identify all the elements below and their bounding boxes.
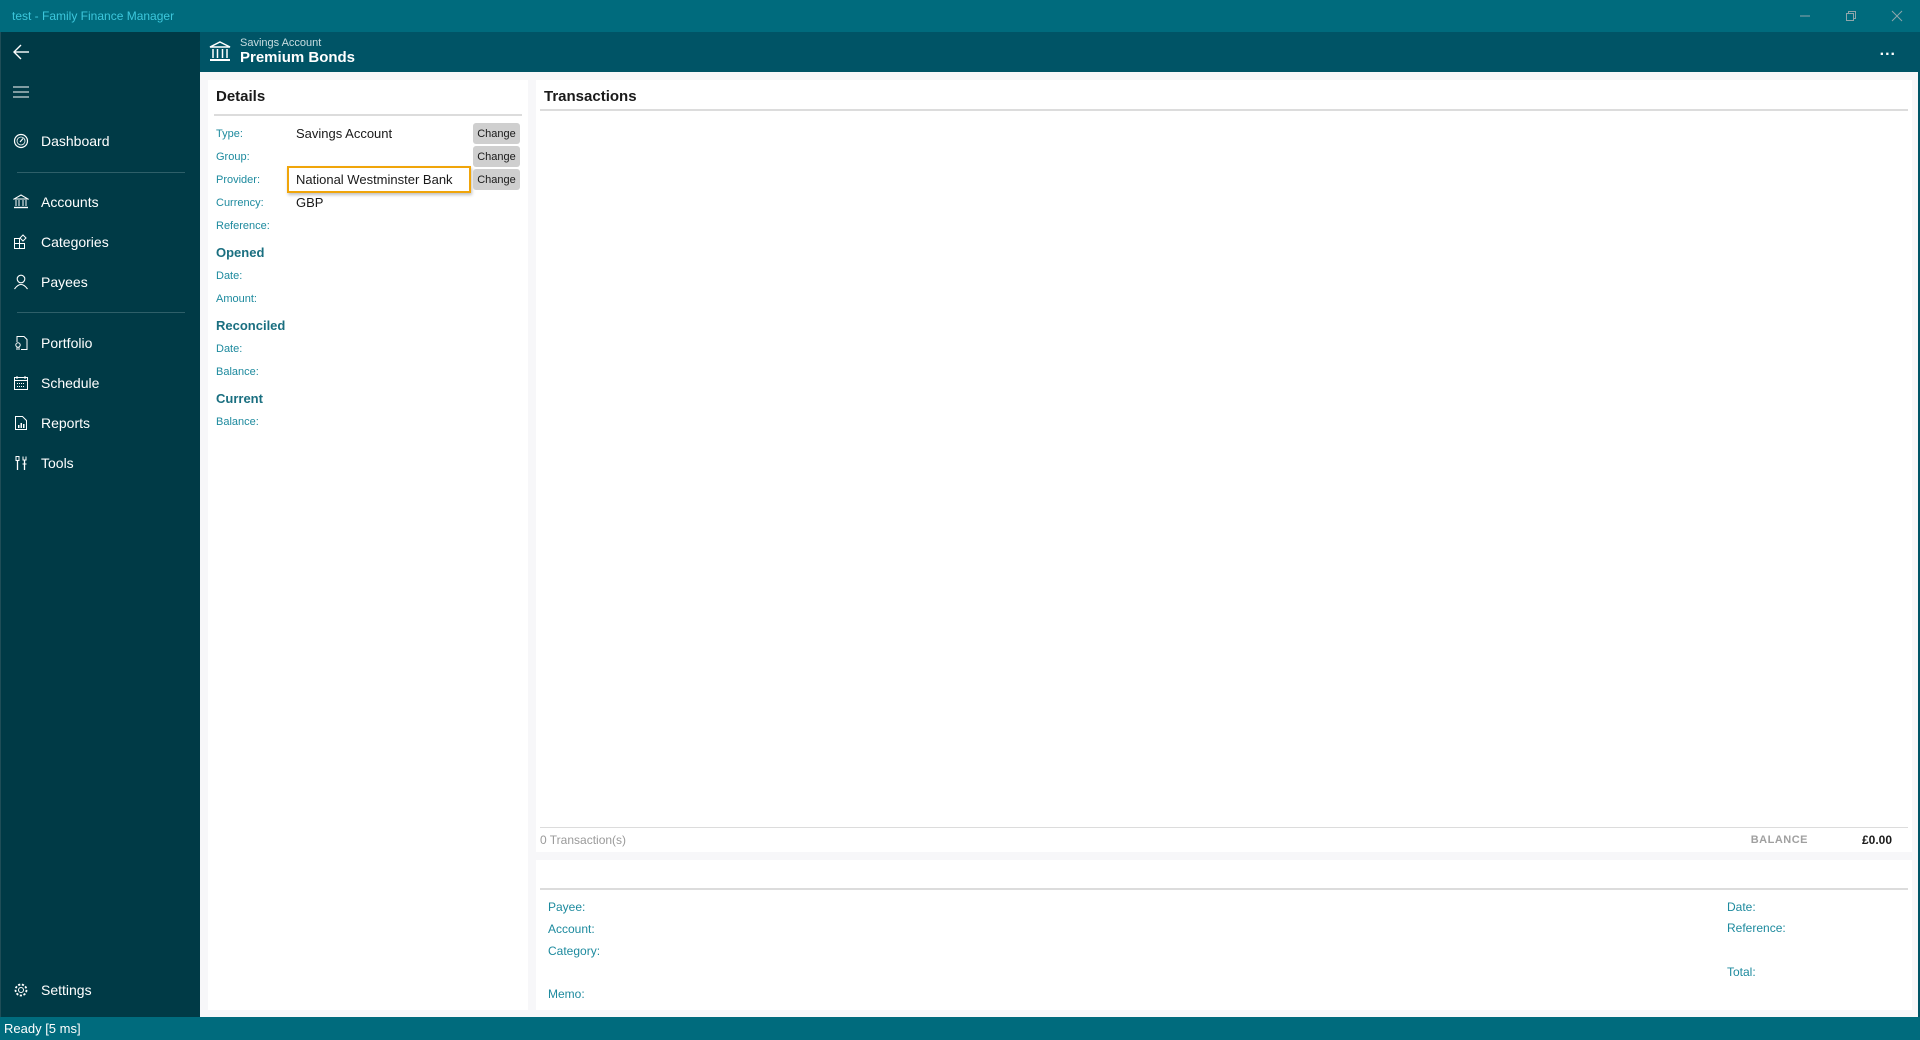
sidebar-item-accounts[interactable]: Accounts [1,184,201,220]
status-text: Ready [5 ms] [4,1021,81,1036]
sidebar-item-reports[interactable]: Reports [1,405,201,441]
person-icon [1,274,41,290]
menu-button[interactable] [9,80,33,104]
balance-value: £0.00 [1861,833,1892,847]
back-button[interactable] [9,40,33,64]
sidebar-item-label: Portfolio [41,335,93,351]
type-value: Savings Account [296,126,393,141]
change-type-button[interactable]: Change [473,123,520,144]
details-title: Details [216,88,266,105]
currency-value: GBP [296,195,324,210]
group-label: Group: [216,151,250,163]
opened-amount-label: Amount: [216,293,257,305]
close-button[interactable] [1874,0,1920,32]
sidebar-item-label: Payees [41,274,88,290]
sidebar-item-schedule[interactable]: Schedule [1,365,201,401]
sidebar-item-payees[interactable]: Payees [1,264,201,300]
restore-icon [1846,11,1856,21]
details-divider [214,114,522,116]
current-heading: Current [216,391,263,406]
sidebar-item-label: Settings [41,982,92,998]
calendar-icon [1,375,41,391]
reference-label: Reference: [216,220,270,232]
change-group-button[interactable]: Change [473,146,520,167]
transactions-panel: Transactions 0 Transaction(s) BALANCE £0… [536,80,1912,852]
sidebar-item-portfolio[interactable]: Portfolio [1,325,201,361]
change-provider-button[interactable]: Change [473,169,520,190]
provider-value[interactable]: National Westminster Bank [296,172,453,187]
arrow-left-icon [13,44,29,60]
provider-label: Provider: [216,174,261,186]
transaction-count: 0 Transaction(s) [540,833,627,847]
status-bar: Ready [5 ms] [0,1017,1920,1040]
opened-heading: Opened [216,245,265,260]
transactions-footer-divider [540,827,1908,828]
category-label: Category: [548,944,601,958]
gear-icon [1,982,41,998]
minimize-icon [1800,15,1810,17]
page-title: Premium Bonds [240,49,356,66]
reconciled-date-label: Date: [216,343,243,355]
sidebar-item-label: Schedule [41,375,100,391]
transactions-divider [540,109,1908,111]
nav-divider [17,172,185,173]
transaction-detail-divider [540,888,1908,890]
sidebar-item-categories[interactable]: Categories [1,224,201,260]
sidebar-item-settings[interactable]: Settings [1,972,201,1008]
payee-label: Payee: [548,900,586,914]
close-icon [1891,10,1903,22]
nav-divider [17,312,185,313]
date-label: Date: [1727,900,1756,914]
hamburger-icon [13,86,29,98]
sidebar-item-label: Tools [41,455,74,471]
memo-label: Memo: [548,987,585,1001]
tools-icon [1,455,41,471]
more-options-button[interactable]: ... [1880,42,1896,60]
window-title: test - Family Finance Manager [12,9,175,23]
sidebar: Dashboard Accounts Categories Payees Por… [0,32,200,1017]
gauge-icon [1,133,41,149]
total-label: Total: [1727,965,1756,979]
type-label: Type: [216,128,243,140]
sidebar-item-dashboard[interactable]: Dashboard [1,123,201,159]
certificate-icon [1,335,41,351]
account-type-subtitle: Savings Account [240,37,322,49]
sidebar-item-label: Accounts [41,194,99,210]
account-label: Account: [548,922,595,936]
report-icon [1,415,41,431]
reconciled-heading: Reconciled [216,318,286,333]
sidebar-item-label: Categories [41,234,109,250]
balance-label: BALANCE [1750,834,1808,846]
bank-icon [208,40,232,69]
opened-date-label: Date: [216,270,243,282]
bank-icon [1,194,41,210]
reconciled-balance-label: Balance: [216,366,259,378]
minimize-button[interactable] [1782,0,1828,32]
sidebar-item-label: Dashboard [41,133,110,149]
details-panel: Details Type: Savings Account Change Gro… [208,80,528,1010]
reference-label: Reference: [1727,921,1786,935]
categories-icon [1,234,41,250]
restore-button[interactable] [1828,0,1874,32]
title-bar: test - Family Finance Manager [0,0,1920,32]
sidebar-item-tools[interactable]: Tools [1,445,201,481]
page-header: Savings Account Premium Bonds ... [200,32,1920,72]
transactions-title: Transactions [544,88,637,105]
currency-label: Currency: [216,197,264,209]
transactions-list[interactable] [540,114,1908,814]
sidebar-item-label: Reports [41,415,91,431]
transaction-detail-panel: Payee: Account: Category: Memo: Date: Re… [536,860,1912,1010]
current-balance-label: Balance: [216,416,259,428]
